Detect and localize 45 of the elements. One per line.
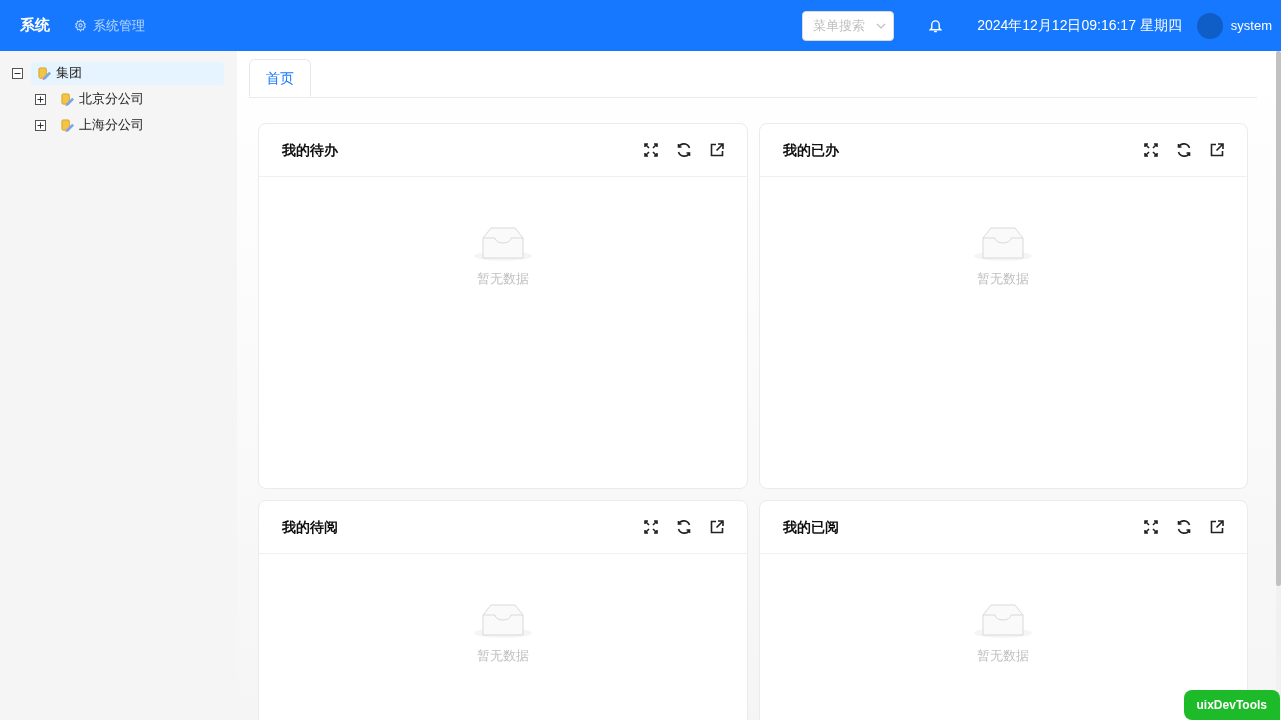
scrollbar[interactable] <box>1276 51 1281 720</box>
open-external-icon[interactable] <box>1210 143 1224 157</box>
card-title: 我的待阅 <box>282 517 338 537</box>
folder-pencil-icon <box>60 117 75 133</box>
bell-icon[interactable] <box>929 18 943 33</box>
folder-pencil-icon <box>60 91 75 107</box>
tree-toggle[interactable] <box>35 93 46 105</box>
refresh-icon[interactable] <box>1176 142 1192 158</box>
refresh-icon[interactable] <box>675 519 692 535</box>
menu-search-field[interactable]: 菜单搜索 <box>802 10 895 41</box>
tree-node[interactable]: 上海分公司 <box>54 113 150 137</box>
expand-icon[interactable] <box>643 143 658 157</box>
plus-icon <box>37 121 44 129</box>
system-menu-link[interactable]: 系统管理 <box>74 15 145 36</box>
plus-icon <box>37 95 44 103</box>
refresh-icon[interactable] <box>1176 519 1192 535</box>
empty-inbox-icon <box>973 601 1034 639</box>
card-title: 我的已阅 <box>782 517 839 537</box>
empty-inbox-icon <box>472 601 533 639</box>
empty-text: 暂无数据 <box>977 270 1030 288</box>
open-external-icon[interactable] <box>1210 520 1224 534</box>
tree-toggle[interactable] <box>12 67 23 79</box>
tree-node[interactable]: 集团 <box>31 61 224 85</box>
devtools-button[interactable]: uixDevTools <box>1183 690 1280 720</box>
empty-text: 暂无数据 <box>977 647 1030 665</box>
card-title: 我的待办 <box>282 140 338 160</box>
empty-inbox-icon <box>973 224 1034 262</box>
empty-inbox-icon <box>472 224 533 262</box>
open-external-icon[interactable] <box>709 520 724 534</box>
refresh-icon[interactable] <box>675 142 692 158</box>
tree-node[interactable]: 北京分公司 <box>54 87 150 111</box>
expand-icon[interactable] <box>643 520 658 534</box>
open-external-icon[interactable] <box>709 143 724 157</box>
settings-icon <box>74 19 87 32</box>
empty-text: 暂无数据 <box>476 647 529 665</box>
empty-text: 暂无数据 <box>476 270 529 288</box>
folder-pencil-icon <box>37 65 52 81</box>
tree-toggle[interactable] <box>35 119 46 131</box>
expand-icon[interactable] <box>1144 143 1158 157</box>
date-time: 2024年12月12日09:16:17 星期四 <box>977 16 1182 35</box>
card-title: 我的已办 <box>782 140 839 160</box>
user-name[interactable]: system <box>1230 15 1272 36</box>
tab[interactable]: 首页 <box>249 59 311 97</box>
app-title: 系统 <box>20 15 50 36</box>
expand-icon[interactable] <box>1144 520 1158 534</box>
